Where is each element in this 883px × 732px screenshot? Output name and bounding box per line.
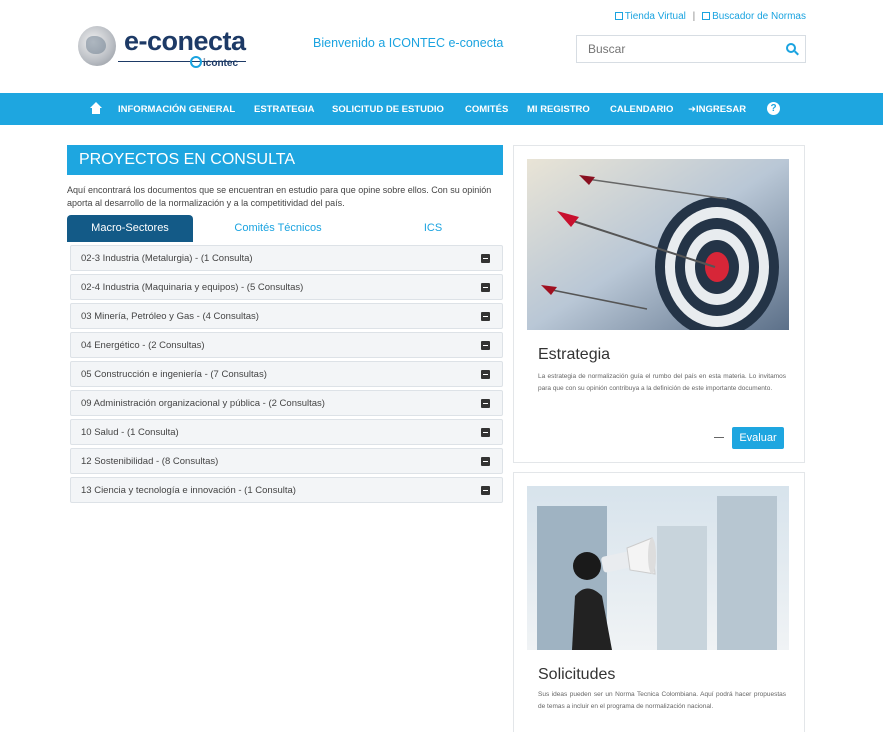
search-icon[interactable]	[786, 43, 796, 53]
search-input[interactable]	[577, 36, 767, 62]
icontec-label: icontec	[203, 58, 239, 69]
collapse-icon[interactable]	[481, 399, 490, 408]
sector-label: 03 Minería, Petróleo y Gas - (4 Consulta…	[81, 311, 259, 322]
sector-row[interactable]: 10 Salud - (1 Consulta)	[70, 419, 503, 445]
collapse-icon[interactable]	[481, 341, 490, 350]
sector-label: 04 Energético - (2 Consultas)	[81, 340, 205, 351]
buscador-normas-link[interactable]: Buscador de Normas	[712, 11, 806, 22]
tab-macro-sectores[interactable]: Macro-Sectores	[67, 215, 193, 242]
sector-label: 02-4 Industria (Maquinaria y equipos) - …	[81, 282, 304, 293]
nav-item-ingresar-label: INGRESAR	[695, 104, 747, 115]
projects-intro: Aquí encontrará los documentos que se en…	[67, 185, 492, 208]
sector-row[interactable]: 02-3 Industria (Metalurgia) - (1 Consult…	[70, 245, 503, 271]
top-links: Tienda Virtual | Buscador de Normas	[614, 11, 806, 22]
strategy-title: Estrategia	[538, 346, 611, 363]
collapse-icon[interactable]	[481, 254, 490, 263]
nav-item-ingresar[interactable]: ➜INGRESAR	[688, 104, 746, 115]
sector-label: 02-3 Industria (Metalurgia) - (1 Consult…	[81, 253, 253, 264]
logo-text: e-conecta	[124, 26, 246, 56]
icontec-logo: icontec	[190, 56, 238, 69]
search-box	[576, 35, 806, 63]
sector-label: 05 Construcción e ingeniería - (7 Consul…	[81, 369, 267, 380]
collapse-icon[interactable]	[481, 283, 490, 292]
sector-row[interactable]: 02-4 Industria (Maquinaria y equipos) - …	[70, 274, 503, 300]
nav-item-calendario[interactable]: CALENDARIO	[610, 104, 673, 115]
strategy-card: Estrategia La estrategia de normalizació…	[513, 145, 805, 463]
strategy-text: La estrategia de normalización guía el r…	[538, 373, 786, 392]
sector-row[interactable]: 12 Sostenibilidad - (8 Consultas)	[70, 448, 503, 474]
econecta-logo[interactable]: e-conecta icontec	[78, 26, 258, 72]
main-nav: INFORMACIÓN GENERAL ESTRATEGIA SOLICITUD…	[0, 93, 883, 125]
sector-row[interactable]: 03 Minería, Petróleo y Gas - (4 Consulta…	[70, 303, 503, 329]
welcome-text: Bienvenido a ICONTEC e-conecta	[313, 36, 504, 50]
collapse-icon[interactable]	[481, 312, 490, 321]
sector-row[interactable]: 05 Construcción e ingeniería - (7 Consul…	[70, 361, 503, 387]
button-dash	[714, 437, 724, 438]
requests-title: Solicitudes	[538, 666, 616, 683]
sector-label: 13 Ciencia y tecnología e innovación - (…	[81, 485, 296, 496]
collapse-icon[interactable]	[481, 370, 490, 379]
strategy-image	[527, 159, 789, 330]
external-link-icon	[702, 12, 711, 20]
globe-icon	[78, 26, 116, 66]
nav-item-solicitud-estudio[interactable]: SOLICITUD DE ESTUDIO	[332, 104, 444, 115]
external-link-icon	[614, 12, 623, 20]
tab-ics[interactable]: ICS	[363, 215, 503, 242]
sector-label: 12 Sostenibilidad - (8 Consultas)	[81, 456, 219, 467]
nav-item-comites[interactable]: COMITÉS	[465, 104, 508, 115]
collapse-icon[interactable]	[481, 486, 490, 495]
home-icon[interactable]	[90, 102, 102, 114]
sector-label: 09 Administración organizacional y públi…	[81, 398, 325, 409]
sector-row[interactable]: 04 Energético - (2 Consultas)	[70, 332, 503, 358]
sector-accordion: 02-3 Industria (Metalurgia) - (1 Consult…	[70, 245, 503, 506]
collapse-icon[interactable]	[481, 428, 490, 437]
requests-card: Solicitudes Sus ideas pueden ser un Norm…	[513, 472, 805, 732]
tab-comites-tecnicos[interactable]: Comités Técnicos	[193, 215, 363, 242]
link-separator: |	[692, 11, 696, 22]
nav-item-mi-registro[interactable]: MI REGISTRO	[527, 104, 590, 115]
sector-row[interactable]: 13 Ciencia y tecnología e innovación - (…	[70, 477, 503, 503]
projects-tabs: Macro-Sectores Comités Técnicos ICS	[67, 215, 503, 242]
tienda-virtual-link[interactable]: Tienda Virtual	[625, 11, 686, 22]
requests-text: Sus ideas pueden ser un Norma Tecnica Co…	[538, 691, 786, 710]
nav-item-informacion-general[interactable]: INFORMACIÓN GENERAL	[118, 104, 235, 115]
collapse-icon[interactable]	[481, 457, 490, 466]
sector-row[interactable]: 09 Administración organizacional y públi…	[70, 390, 503, 416]
sector-label: 10 Salud - (1 Consulta)	[81, 427, 179, 438]
login-icon: ➜	[688, 104, 696, 115]
projects-title: PROYECTOS EN CONSULTA	[67, 145, 503, 175]
icontec-icon	[190, 56, 202, 68]
evaluar-button[interactable]: Evaluar	[732, 427, 784, 449]
nav-item-estrategia[interactable]: ESTRATEGIA	[254, 104, 315, 115]
help-icon[interactable]: ?	[767, 102, 780, 115]
requests-image	[527, 486, 789, 650]
